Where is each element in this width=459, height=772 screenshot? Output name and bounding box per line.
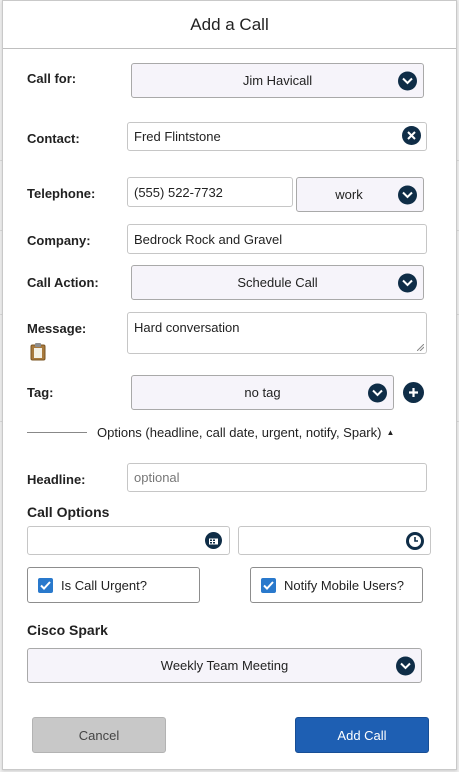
options-toggle-label: Options (headline, call date, urgent, no… — [97, 425, 382, 440]
headline-field[interactable]: optional — [127, 463, 427, 492]
message-value: Hard conversation — [134, 320, 240, 335]
company-label: Company: — [27, 233, 91, 248]
calendar-icon[interactable] — [204, 531, 223, 550]
call-for-label: Call for: — [27, 71, 77, 86]
tag-select[interactable]: no tag — [131, 375, 394, 410]
chevron-down-icon[interactable] — [396, 656, 415, 675]
add-call-button-label: Add Call — [337, 727, 387, 743]
telephone-field[interactable]: (555) 522-7732 — [127, 177, 293, 207]
contact-value: Fred Flintstone — [134, 129, 221, 144]
urgent-label: Is Call Urgent? — [61, 577, 147, 593]
call-action-select[interactable]: Schedule Call — [131, 265, 424, 300]
message-label: Message: — [27, 321, 87, 336]
options-divider — [27, 432, 87, 433]
clipboard-icon[interactable] — [29, 342, 47, 366]
tag-value: no tag — [244, 385, 281, 400]
clear-contact-icon[interactable] — [402, 126, 421, 145]
headline-placeholder: optional — [134, 470, 180, 485]
call-for-value: Jim Havicall — [242, 73, 313, 88]
cisco-spark-value: Weekly Team Meeting — [160, 658, 289, 673]
tag-label: Tag: — [27, 385, 54, 400]
contact-field[interactable]: Fred Flintstone — [127, 122, 427, 151]
chevron-down-icon[interactable] — [398, 185, 417, 204]
headline-label: Headline: — [27, 472, 86, 487]
add-call-button[interactable]: Add Call — [295, 717, 429, 753]
add-call-dialog: Add a Call Call for: Jim Havicall Contac… — [2, 0, 457, 770]
caret-up-icon: ▲ — [386, 428, 395, 437]
call-action-value: Schedule Call — [237, 275, 318, 290]
clock-icon[interactable] — [405, 531, 424, 550]
contact-label: Contact: — [27, 131, 80, 146]
chevron-down-icon[interactable] — [368, 383, 387, 402]
phone-type-select[interactable]: work — [296, 177, 424, 212]
checkmark-icon[interactable] — [261, 577, 276, 593]
company-value: Bedrock Rock and Gravel — [134, 231, 283, 247]
add-tag-icon[interactable] — [403, 382, 424, 403]
urgent-checkbox[interactable]: Is Call Urgent? — [27, 567, 200, 603]
resize-handle-icon[interactable] — [417, 344, 424, 351]
cancel-button-label: Cancel — [78, 727, 120, 743]
message-field[interactable]: Hard conversation — [127, 312, 427, 354]
telephone-label: Telephone: — [27, 186, 96, 201]
notify-mobile-checkbox[interactable]: Notify Mobile Users? — [250, 567, 423, 603]
chevron-down-icon[interactable] — [398, 273, 417, 292]
options-toggle[interactable]: Options (headline, call date, urgent, no… — [27, 425, 394, 440]
company-field[interactable]: Bedrock Rock and Gravel — [127, 224, 427, 254]
notify-mobile-label: Notify Mobile Users? — [284, 577, 404, 593]
checkmark-icon[interactable] — [38, 577, 53, 593]
call-for-select[interactable]: Jim Havicall — [131, 63, 424, 98]
call-options-title: Call Options — [27, 504, 110, 520]
telephone-value: (555) 522-7732 — [134, 184, 223, 200]
cisco-spark-select[interactable]: Weekly Team Meeting — [27, 648, 422, 683]
cisco-spark-title: Cisco Spark — [27, 622, 108, 638]
chevron-down-icon[interactable] — [398, 71, 417, 90]
dialog-title: Add a Call — [190, 14, 269, 34]
dialog-header: Add a Call — [3, 1, 456, 49]
call-action-label: Call Action: — [27, 275, 99, 290]
cancel-button[interactable]: Cancel — [32, 717, 166, 753]
call-time-field[interactable] — [238, 526, 431, 555]
call-date-field[interactable] — [27, 526, 230, 555]
